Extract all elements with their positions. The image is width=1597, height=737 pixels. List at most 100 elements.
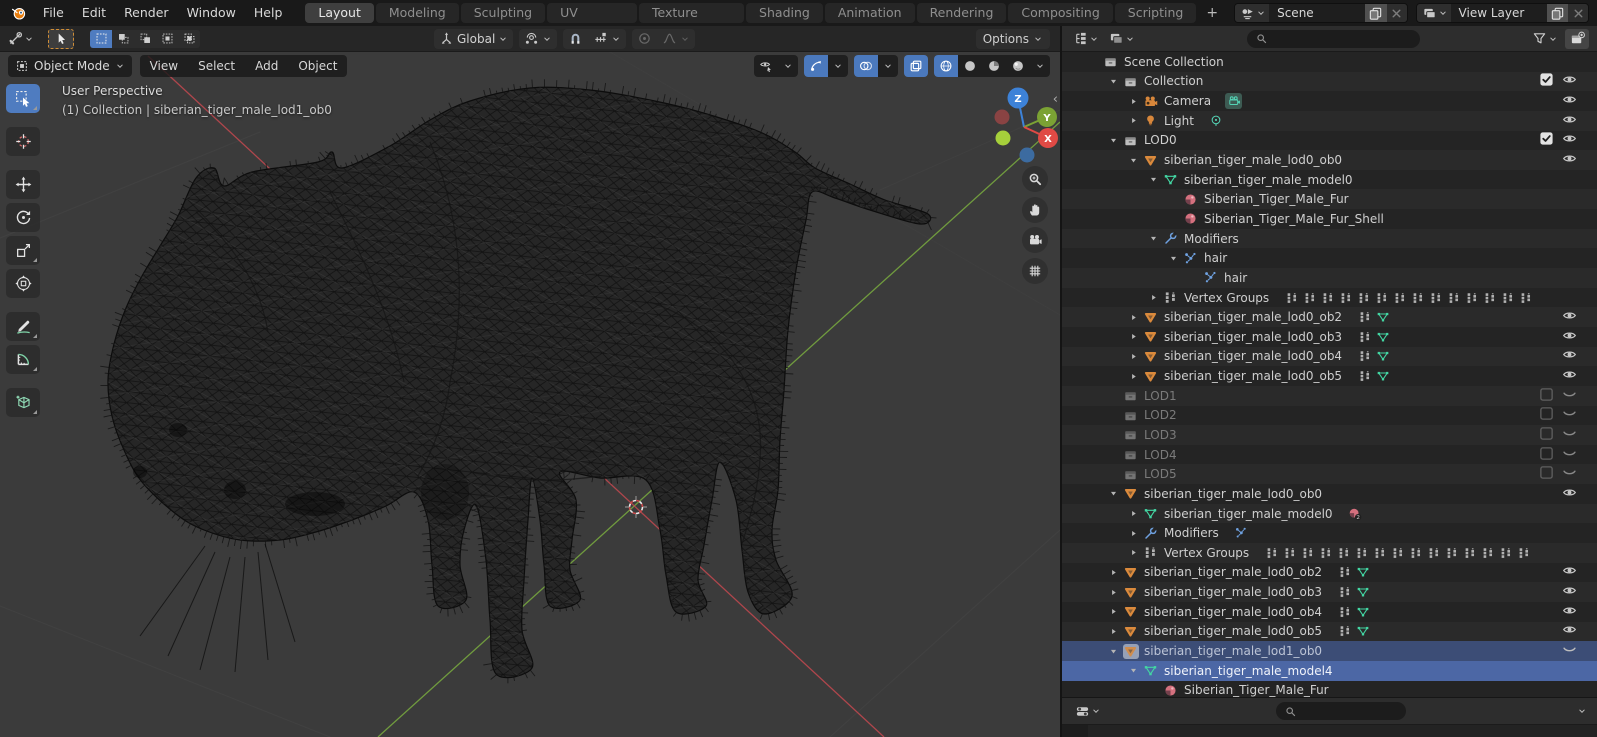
tool-add-cube[interactable] [6,388,40,417]
vertex-group-badge-icon[interactable] [1283,291,1300,305]
outliner-row[interactable]: siberian_tiger_male_lod0_ob5 [1062,366,1597,386]
view-layer-remove-button[interactable] [1568,4,1588,22]
tool-transform[interactable] [6,269,40,298]
outliner-row[interactable]: siberian_tiger_male_lod0_ob2 [1062,563,1597,583]
new-collection-button[interactable] [1565,28,1589,49]
scene-unlink-button[interactable] [1386,4,1407,22]
eye-open-icon[interactable] [1562,583,1577,601]
vertex-group-badge-icon[interactable] [1499,291,1516,305]
vertex-group-badge-icon[interactable] [1281,546,1298,560]
eye-open-icon[interactable] [1562,112,1577,130]
outliner-row[interactable]: LOD5 [1062,464,1597,484]
vertex-group-badge-icon[interactable] [1407,546,1424,560]
outliner-row[interactable]: Camera [1062,91,1597,111]
eye-closed-icon[interactable] [1562,465,1577,483]
expand-closed-icon[interactable] [1144,293,1162,302]
add-workspace-button[interactable]: + [1198,3,1226,23]
expand-closed-icon[interactable] [1124,332,1142,341]
expand-open-icon[interactable] [1144,234,1162,243]
vertex-group-badge-icon[interactable] [1356,369,1373,383]
expand-open-icon[interactable] [1104,77,1122,86]
eye-open-icon[interactable] [1562,72,1577,90]
outliner-row[interactable]: siberian_tiger_male_lod0_ob2 [1062,307,1597,327]
select-mode-extend[interactable] [112,29,134,48]
expand-open-icon[interactable] [1124,666,1142,675]
vertex-group-badge-icon[interactable] [1481,291,1498,305]
expand-closed-icon[interactable] [1104,568,1122,577]
vertex-group-badge-icon[interactable] [1317,546,1334,560]
outliner-row[interactable]: siberian_tiger_male_model4 [1062,660,1597,681]
eye-closed-icon[interactable] [1562,642,1577,660]
expand-closed-icon[interactable] [1124,313,1142,322]
falloff-dropdown[interactable] [657,29,695,49]
scene-name-field[interactable]: Scene [1269,4,1366,22]
outliner-row[interactable]: Scene Collection [1062,52,1597,72]
eye-open-icon[interactable] [1562,485,1577,503]
vertex-group-badge-icon[interactable] [1336,605,1353,619]
mesh-data-badge-icon[interactable] [1354,605,1371,619]
vertex-group-badge-icon[interactable] [1445,291,1462,305]
vertex-group-badge-icon[interactable] [1336,624,1353,638]
vertex-group-badge-icon[interactable] [1427,291,1444,305]
outliner-row[interactable]: siberian_tiger_male_lod0_ob0 [1062,484,1597,504]
outliner-row[interactable]: Siberian_Tiger_Male_Fur [1062,681,1597,697]
expand-open-icon[interactable] [1104,489,1122,498]
outliner-row[interactable]: siberian_tiger_male_lod0_ob4 [1062,602,1597,622]
properties-editor-type[interactable] [1072,702,1104,721]
navigation-gizmo[interactable]: Z Y X [994,87,1059,163]
mesh-data-badge-icon[interactable] [1374,369,1391,383]
vertex-group-badge-icon[interactable] [1389,546,1406,560]
vertex-group-badge-icon[interactable] [1335,546,1352,560]
tab-compositing[interactable]: Compositing [1008,3,1113,23]
overlays-dropdown[interactable] [878,55,898,77]
tab-shading[interactable]: Shading [746,3,823,23]
menu-file[interactable]: File [34,3,73,23]
outliner-filter[interactable] [1529,29,1561,48]
blender-logo-icon[interactable] [8,4,30,22]
expand-closed-icon[interactable] [1124,97,1142,106]
outliner-search[interactable] [1247,29,1420,48]
vertex-group-badge-icon[interactable] [1337,291,1354,305]
collection-checkbox-empty-icon[interactable] [1539,406,1554,424]
gizmos-dropdown[interactable] [828,55,848,77]
outliner-row[interactable]: hair [1062,248,1597,268]
scene-duplicate-button[interactable] [1365,4,1387,22]
tool-select-box[interactable] [6,84,40,113]
transform-orientation[interactable]: Global [434,28,514,49]
eye-closed-icon[interactable] [1562,406,1577,424]
expand-open-icon[interactable] [1164,254,1182,263]
tool-scale[interactable] [6,236,40,265]
tool-cursor[interactable] [6,127,40,156]
sidebar-toggle-arrow[interactable]: ‹ [1053,92,1058,107]
scene-browse-button[interactable] [1235,4,1270,22]
outliner-row[interactable]: Vertex Groups [1062,288,1597,308]
tab-scripting[interactable]: Scripting [1114,3,1197,23]
expand-closed-icon[interactable] [1124,529,1142,538]
outliner-row[interactable]: Siberian_Tiger_Male_Fur_Shell [1062,209,1597,229]
menu-render[interactable]: Render [115,3,178,23]
mesh-data-badge-icon[interactable] [1354,565,1371,579]
gizmos-toggle[interactable] [804,55,828,77]
outliner-row[interactable]: siberian_tiger_male_lod0_ob0 [1062,150,1597,170]
mesh-data-badge-icon[interactable] [1354,624,1371,638]
vertex-group-badge-icon[interactable] [1336,585,1353,599]
light-data-badge-icon[interactable] [1208,114,1225,128]
vertex-group-badge-icon[interactable] [1515,546,1532,560]
outliner-row[interactable]: hair [1062,268,1597,288]
outliner-search-input[interactable] [1272,31,1412,46]
menu-help[interactable]: Help [245,3,292,23]
properties-search[interactable] [1275,702,1406,720]
collection-checkbox-empty-icon[interactable] [1539,387,1554,405]
tool-move[interactable] [6,170,40,199]
expand-open-icon[interactable] [1104,136,1122,145]
active-tool-indicator[interactable] [48,28,74,49]
outliner-row[interactable]: Modifiers [1062,523,1597,543]
expand-closed-icon[interactable] [1104,627,1122,636]
mesh-data-badge-icon[interactable] [1374,349,1391,363]
shading-dropdown[interactable] [1030,55,1050,77]
expand-closed-icon[interactable] [1124,548,1142,557]
vertex-group-badge-icon[interactable] [1371,546,1388,560]
vertex-group-badge-icon[interactable] [1373,291,1390,305]
expand-closed-icon[interactable] [1104,588,1122,597]
outliner-row[interactable]: LOD0 [1062,131,1597,151]
